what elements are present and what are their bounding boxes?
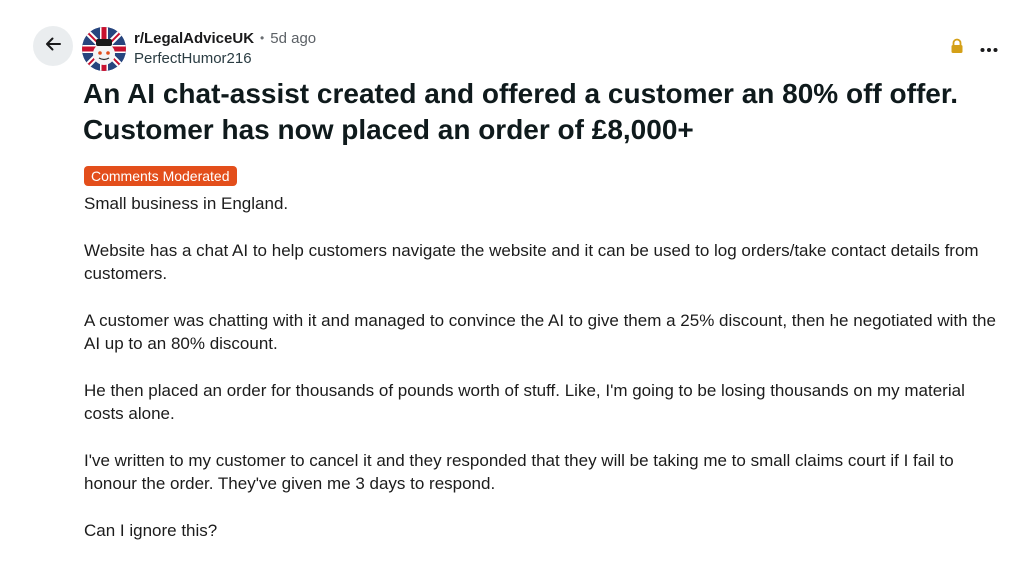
post-paragraph: I've written to my customer to cancel it… [84, 450, 954, 494]
post-age: 5d ago [270, 30, 317, 47]
post-actions [950, 38, 998, 59]
back-button[interactable] [33, 26, 73, 66]
comments-moderated-badge: Comments Moderated [84, 166, 237, 186]
subreddit-link[interactable]: r/LegalAdviceUK [134, 29, 254, 48]
post-paragraph: He then placed an order for thousands of… [84, 380, 965, 424]
post-paragraph: A customer was chatting with it and mana… [84, 310, 996, 354]
lock-icon [950, 38, 964, 59]
subreddit-avatar[interactable] [82, 27, 126, 71]
arrow-left-icon [43, 34, 63, 59]
ellipsis-icon[interactable] [980, 40, 998, 58]
post-title: An AI chat-assist created and offered a … [83, 78, 958, 145]
post-paragraph: Small business in England. [84, 194, 289, 213]
post-body: Small business in England. Website has a… [84, 192, 1004, 565]
author-link[interactable]: PerfectHumor216 [134, 49, 316, 68]
post-meta: r/LegalAdviceUK • 5d ago PerfectHumor216 [134, 29, 316, 68]
post-paragraph: Website has a chat AI to help customers … [84, 240, 979, 284]
meta-separator: • [260, 31, 265, 45]
post-paragraph: Can I ignore this? [84, 520, 218, 540]
